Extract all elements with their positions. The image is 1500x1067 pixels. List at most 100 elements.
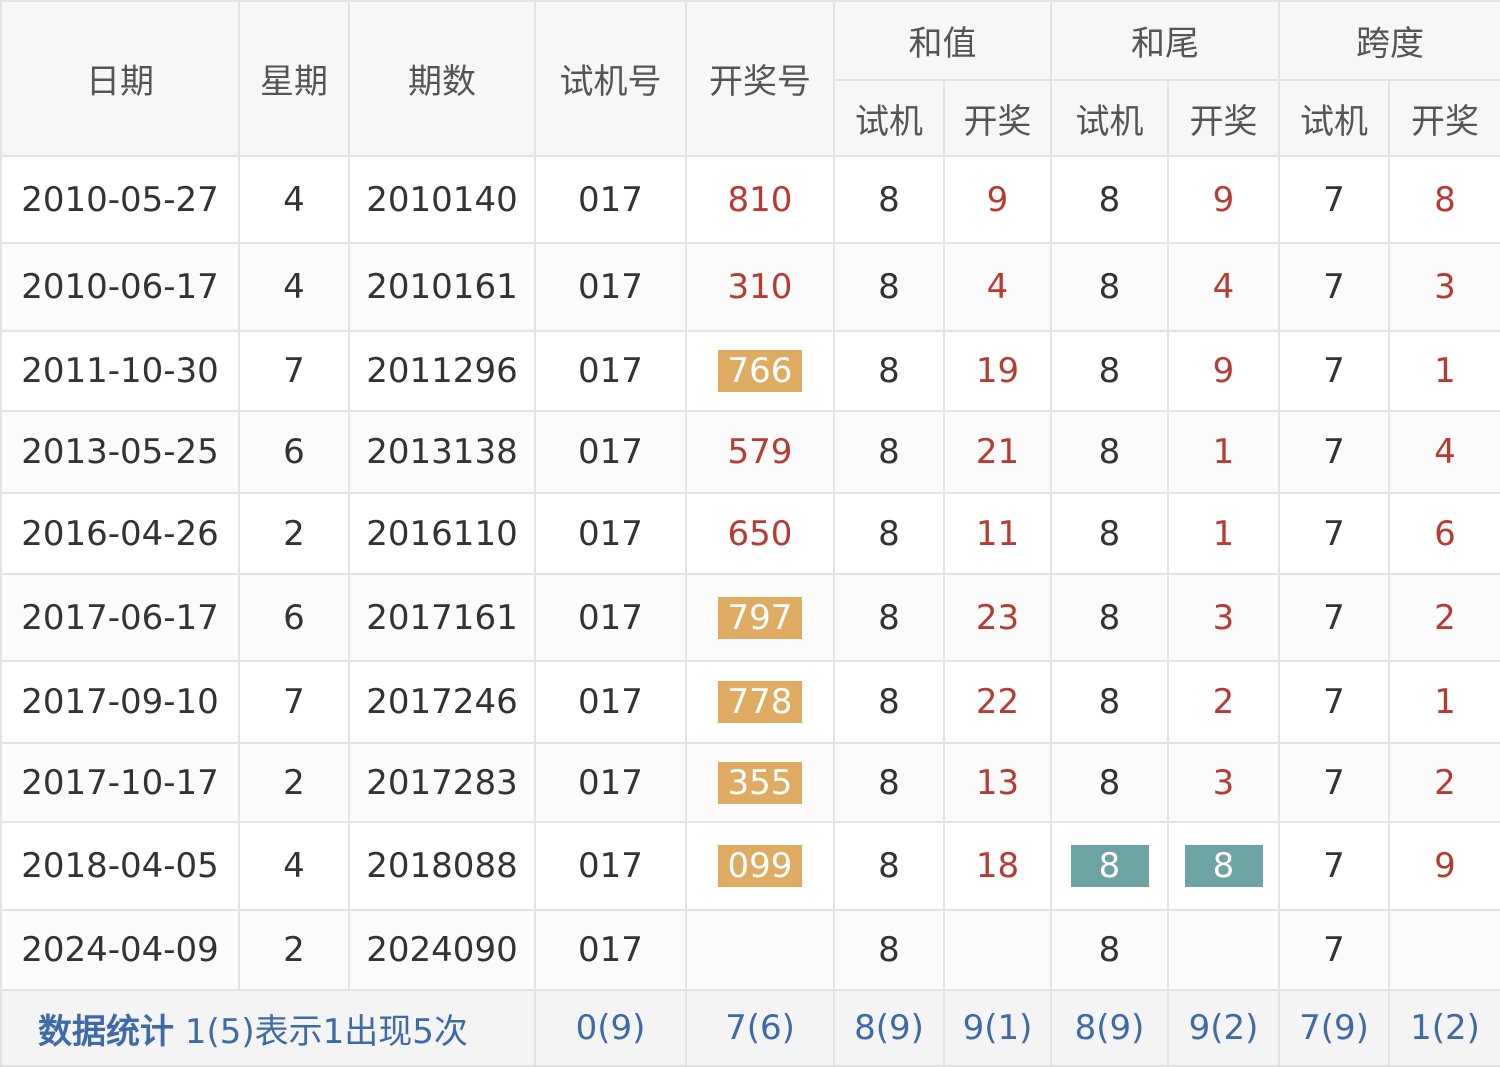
cell-date: 2013-05-25 — [0, 410, 240, 494]
cell-date: 2017-06-17 — [0, 573, 240, 662]
cell-date: 2017-10-17 — [0, 742, 240, 823]
cell-tail-trial: 8 — [1050, 742, 1169, 823]
cell-draw-number: 355 — [685, 742, 835, 823]
stats-draw: 7(6) — [685, 989, 835, 1067]
cell-issue: 2017161 — [348, 573, 536, 662]
cell-tail-draw: 3 — [1167, 742, 1280, 823]
cell-weekday: 6 — [238, 410, 350, 494]
cell-date: 2016-04-26 — [0, 492, 240, 575]
cell-sum-trial: 8 — [833, 909, 945, 991]
header-sum-trial: 试机 — [833, 79, 945, 157]
cell-trial-number: 017 — [534, 573, 687, 662]
table-row: 2024-04-09 2 2024090 017 8 8 7 — [0, 909, 1500, 991]
cell-issue: 2013138 — [348, 410, 536, 494]
cell-draw-number: 650 — [685, 492, 835, 575]
cell-draw-number: 778 — [685, 660, 835, 744]
header-sum-group: 和值 — [833, 0, 1052, 81]
cell-sum-draw: 23 — [943, 573, 1052, 662]
cell-issue: 2017283 — [348, 742, 536, 823]
cell-date: 2011-10-30 — [0, 330, 240, 412]
header-trial-number: 试机号 — [534, 0, 687, 157]
cell-span-draw: 9 — [1388, 821, 1500, 911]
cell-tail-trial: 8 — [1050, 660, 1169, 744]
cell-date: 2017-09-10 — [0, 660, 240, 744]
cell-tail-draw: 3 — [1167, 573, 1280, 662]
cell-draw-number: 310 — [685, 242, 835, 332]
cell-span-draw: 1 — [1388, 660, 1500, 744]
highlight-badge: 8 — [1070, 845, 1149, 887]
table-row: 2018-04-05 4 2018088 017 099 8 18 8 8 7 9 — [0, 821, 1500, 911]
header-span-trial: 试机 — [1278, 79, 1390, 157]
cell-trial-number: 017 — [534, 242, 687, 332]
stats-sum-trial: 8(9) — [833, 989, 945, 1067]
cell-tail-trial: 8 — [1050, 821, 1169, 911]
cell-span-draw: 6 — [1388, 492, 1500, 575]
cell-weekday: 4 — [238, 242, 350, 332]
cell-sum-draw: 4 — [943, 242, 1052, 332]
highlight-badge: 797 — [718, 596, 802, 639]
highlight-badge: 766 — [718, 350, 802, 392]
stats-span-trial: 7(9) — [1278, 989, 1390, 1067]
stats-tail-trial: 8(9) — [1050, 989, 1169, 1067]
cell-issue: 2018088 — [348, 821, 536, 911]
cell-span-trial: 7 — [1278, 573, 1390, 662]
cell-sum-trial: 8 — [833, 155, 945, 244]
cell-sum-trial: 8 — [833, 410, 945, 494]
cell-trial-number: 017 — [534, 660, 687, 744]
cell-trial-number: 017 — [534, 155, 687, 244]
cell-sum-draw: 21 — [943, 410, 1052, 494]
cell-weekday: 2 — [238, 492, 350, 575]
cell-sum-draw: 18 — [943, 821, 1052, 911]
cell-tail-trial: 8 — [1050, 573, 1169, 662]
cell-draw-number: 810 — [685, 155, 835, 244]
cell-weekday: 4 — [238, 821, 350, 911]
cell-trial-number: 017 — [534, 821, 687, 911]
cell-sum-draw: 11 — [943, 492, 1052, 575]
cell-draw-number: 579 — [685, 410, 835, 494]
cell-span-draw: 8 — [1388, 155, 1500, 244]
cell-span-draw: 3 — [1388, 242, 1500, 332]
cell-span-draw: 4 — [1388, 410, 1500, 494]
cell-tail-draw: 9 — [1167, 330, 1280, 412]
table-row: 2016-04-26 2 2016110 017 650 8 11 8 1 7 6 — [0, 492, 1500, 575]
header-span-group: 跨度 — [1278, 0, 1500, 81]
table-row: 2013-05-25 6 2013138 017 579 8 21 8 1 7 4 — [0, 410, 1500, 494]
header-tail-trial: 试机 — [1050, 79, 1169, 157]
cell-tail-trial: 8 — [1050, 155, 1169, 244]
cell-sum-trial: 8 — [833, 660, 945, 744]
table-body: 2010-05-27 4 2010140 017 810 8 9 8 9 7 8 2010-06-17… — [0, 155, 1500, 991]
cell-tail-draw: 8 — [1167, 821, 1280, 911]
cell-span-trial: 7 — [1278, 330, 1390, 412]
cell-issue: 2011296 — [348, 330, 536, 412]
cell-span-trial: 7 — [1278, 742, 1390, 823]
header-span-draw: 开奖 — [1388, 79, 1500, 157]
cell-tail-trial: 8 — [1050, 410, 1169, 494]
header-sum-draw: 开奖 — [943, 79, 1052, 157]
stats-span-draw: 1(2) — [1388, 989, 1500, 1067]
cell-span-trial: 7 — [1278, 242, 1390, 332]
table-row: 2017-10-17 2 2017283 017 355 8 13 8 3 7 2 — [0, 742, 1500, 823]
cell-date: 2024-04-09 — [0, 909, 240, 991]
highlight-badge: 099 — [718, 845, 802, 887]
cell-span-trial: 7 — [1278, 492, 1390, 575]
cell-issue: 2016110 — [348, 492, 536, 575]
cell-tail-draw: 1 — [1167, 410, 1280, 494]
cell-tail-draw: 9 — [1167, 155, 1280, 244]
cell-span-draw: 2 — [1388, 742, 1500, 823]
cell-weekday: 6 — [238, 573, 350, 662]
cell-issue: 2017246 — [348, 660, 536, 744]
table-row: 2010-06-17 4 2010161 017 310 8 4 8 4 7 3 — [0, 242, 1500, 332]
cell-trial-number: 017 — [534, 492, 687, 575]
header-date: 日期 — [0, 0, 240, 157]
header-draw-number: 开奖号 — [685, 0, 835, 157]
cell-trial-number: 017 — [534, 909, 687, 991]
cell-tail-draw: 1 — [1167, 492, 1280, 575]
cell-tail-draw: 4 — [1167, 242, 1280, 332]
cell-issue: 2024090 — [348, 909, 536, 991]
cell-sum-trial: 8 — [833, 742, 945, 823]
cell-span-trial: 7 — [1278, 410, 1390, 494]
cell-draw-number: 797 — [685, 573, 835, 662]
table-row: 2017-06-17 6 2017161 017 797 8 23 8 3 7 2 — [0, 573, 1500, 662]
header-weekday: 星期 — [238, 0, 350, 157]
cell-weekday: 7 — [238, 330, 350, 412]
